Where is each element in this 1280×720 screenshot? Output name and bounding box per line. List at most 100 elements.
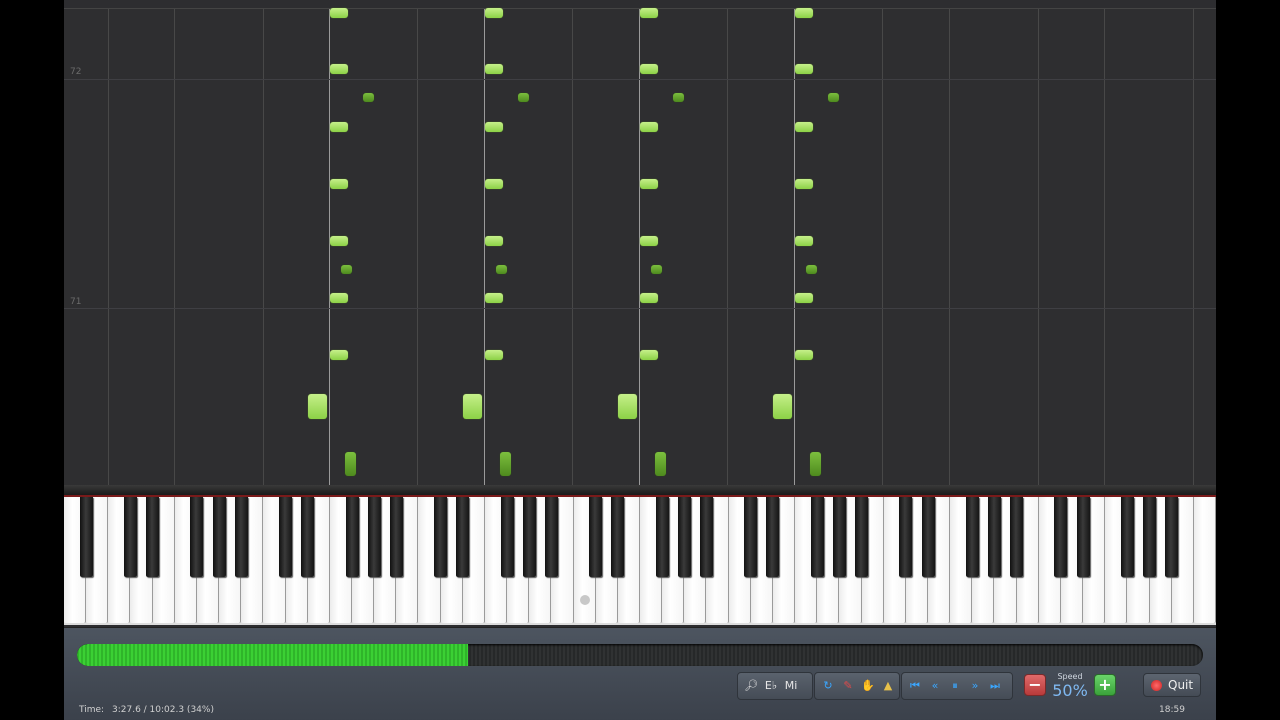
bass-note	[500, 452, 511, 476]
quit-button[interactable]: Quit	[1143, 673, 1201, 697]
progress-bar[interactable]	[77, 644, 1203, 666]
treble-note	[485, 293, 503, 303]
black-key[interactable]	[123, 497, 137, 577]
treble-note	[330, 179, 348, 189]
hand-icon[interactable]: ✋	[859, 677, 877, 695]
metronome-icon[interactable]: ▲	[879, 677, 897, 695]
speed-decrease-button[interactable]: −	[1024, 674, 1046, 696]
bass-note	[345, 452, 356, 476]
black-key[interactable]	[766, 497, 780, 577]
treble-note	[795, 64, 813, 74]
white-key[interactable]	[1193, 497, 1216, 623]
treble-note	[795, 122, 813, 132]
black-key[interactable]	[810, 497, 824, 577]
treble-note	[485, 350, 503, 360]
treble-note	[795, 179, 813, 189]
treble-note	[795, 236, 813, 246]
grid-line	[1104, 9, 1105, 486]
synthesia-window: 72 71 Time: 3:27.6 / 10:02.3 (34%) 18:59…	[64, 0, 1216, 720]
black-key[interactable]	[832, 497, 846, 577]
tool-group: ↻ ✎ ✋ ▲	[814, 672, 900, 700]
black-key[interactable]	[544, 497, 558, 577]
treble-note	[308, 394, 327, 419]
black-key[interactable]	[522, 497, 536, 577]
black-key[interactable]	[389, 497, 403, 577]
grid-line	[794, 9, 795, 486]
view-options-group: 🔎︎ E♭ Mi	[737, 672, 813, 700]
black-key[interactable]	[611, 497, 625, 577]
black-key[interactable]	[1076, 497, 1090, 577]
black-key[interactable]	[234, 497, 248, 577]
treble-note	[485, 236, 503, 246]
black-key[interactable]	[677, 497, 691, 577]
treble-note	[330, 8, 348, 18]
black-key[interactable]	[212, 497, 226, 577]
treble-note	[485, 179, 503, 189]
black-key[interactable]	[987, 497, 1001, 577]
black-key[interactable]	[699, 497, 713, 577]
treble-note	[330, 236, 348, 246]
treble-note	[618, 394, 637, 419]
speed-increase-button[interactable]: +	[1094, 674, 1116, 696]
bass-note	[496, 265, 507, 274]
black-key[interactable]	[1120, 497, 1134, 577]
black-key[interactable]	[500, 497, 514, 577]
fast-forward-icon[interactable]: »	[966, 677, 984, 695]
pause-icon[interactable]: ⏸	[946, 677, 964, 695]
progress-fill	[77, 644, 468, 666]
treble-note	[330, 122, 348, 132]
bass-note	[810, 452, 821, 476]
black-key[interactable]	[190, 497, 204, 577]
measure-number: 72	[70, 67, 82, 77]
control-panel: Time: 3:27.6 / 10:02.3 (34%) 18:59 🔎︎ E♭ M…	[64, 627, 1216, 720]
black-key[interactable]	[434, 497, 448, 577]
stop-icon	[1151, 680, 1162, 691]
treble-note	[640, 293, 658, 303]
mi-label[interactable]: Mi	[782, 677, 800, 695]
skip-start-icon[interactable]: ⏮	[906, 677, 924, 695]
measure-number: 71	[70, 297, 82, 307]
black-key[interactable]	[345, 497, 359, 577]
black-key[interactable]	[921, 497, 935, 577]
grid-line	[417, 9, 418, 486]
black-key[interactable]	[855, 497, 869, 577]
black-key[interactable]	[655, 497, 669, 577]
skip-end-icon[interactable]: ⏭	[986, 677, 1004, 695]
quit-label: Quit	[1168, 678, 1194, 692]
black-key[interactable]	[79, 497, 93, 577]
black-key[interactable]	[1010, 497, 1024, 577]
grid-line	[484, 9, 485, 486]
measure-line	[64, 308, 1216, 309]
black-key[interactable]	[301, 497, 315, 577]
black-key[interactable]	[589, 497, 603, 577]
speed-label: Speed	[1057, 672, 1083, 681]
black-key[interactable]	[279, 497, 293, 577]
black-key[interactable]	[1143, 497, 1157, 577]
pencil-icon[interactable]: ✎	[839, 677, 857, 695]
treble-note	[640, 64, 658, 74]
treble-note	[640, 350, 658, 360]
grid-line	[882, 9, 883, 486]
loop-icon[interactable]: ↻	[819, 677, 837, 695]
black-key[interactable]	[744, 497, 758, 577]
black-key[interactable]	[899, 497, 913, 577]
grid-line	[1038, 9, 1039, 486]
magnifier-icon[interactable]: 🔎︎	[742, 677, 760, 695]
piano-keyboard	[64, 497, 1216, 625]
black-key[interactable]	[1054, 497, 1068, 577]
treble-note	[773, 394, 792, 419]
rewind-icon[interactable]: «	[926, 677, 944, 695]
black-key[interactable]	[1165, 497, 1179, 577]
eb-label[interactable]: E♭	[762, 677, 780, 695]
bass-note	[363, 93, 374, 102]
clock: 18:59	[1159, 705, 1185, 715]
black-key[interactable]	[367, 497, 381, 577]
bass-note	[651, 265, 662, 274]
treble-note	[640, 122, 658, 132]
black-key[interactable]	[456, 497, 470, 577]
black-key[interactable]	[146, 497, 160, 577]
treble-note	[485, 8, 503, 18]
treble-note	[330, 64, 348, 74]
black-key[interactable]	[965, 497, 979, 577]
treble-note	[795, 350, 813, 360]
